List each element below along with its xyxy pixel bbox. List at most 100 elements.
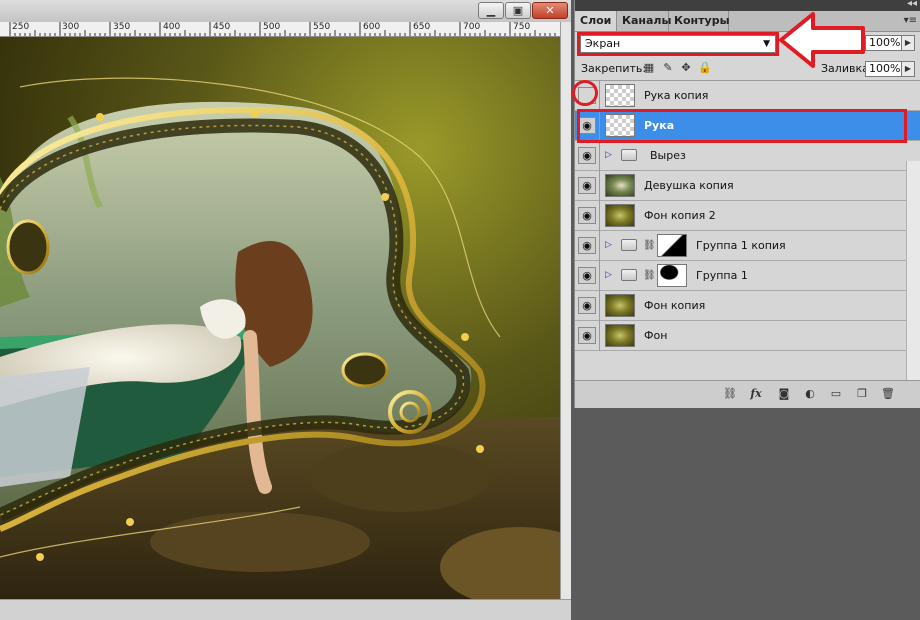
expand-triangle-icon[interactable]: ▷ [605,270,612,280]
tab-paths[interactable]: Контуры [669,11,730,31]
image-canvas[interactable] [0,37,560,599]
layer-name: Фон [644,329,668,342]
visibility-toggle[interactable]: ◉ [578,267,596,284]
layer-name: Фон копия [644,299,706,312]
document-titlebar: ▁ ▣ ✕ [0,0,571,23]
layers-panel: ◂◂ Слои Каналы Контуры ▾≡ Экран ▼ 100% ▶… [574,0,920,461]
tab-channels[interactable]: Каналы [617,11,671,31]
lock-transparency-icon[interactable]: ▦ [643,62,655,74]
ruler-label: 450 [213,22,231,32]
row-divider [599,81,600,111]
visibility-toggle[interactable]: ◉ [578,297,596,314]
layer-row[interactable]: ◉ Фон копия [575,291,920,321]
collapse-icon[interactable]: ◂◂ [907,0,917,9]
layer-name: Девушка копия [644,179,734,192]
lock-position-icon[interactable]: ✥ [680,62,692,74]
expand-triangle-icon[interactable]: ▷ [605,150,612,160]
row-divider [599,231,600,261]
expand-triangle-icon[interactable]: ▷ [605,240,612,250]
layer-name: Рука копия [644,89,709,102]
new-group-icon[interactable]: ▭ [829,387,843,401]
close-icon: ✕ [545,4,555,17]
pointer-arrow-icon [779,12,865,68]
layer-row[interactable]: ◉ ▷ ⛓ Группа 1 копия [575,231,920,261]
eye-icon: ◉ [582,299,592,312]
hidden-eye-highlight [572,80,598,106]
minimize-button[interactable]: ▁ [478,2,504,19]
ruler-label: 350 [113,22,131,32]
layer-row[interactable]: ◉ ▷ Вырез [575,141,920,171]
add-mask-icon[interactable]: ◙ [777,387,791,401]
link-icon[interactable]: ⛓ [643,240,656,251]
eye-icon: ◉ [582,149,592,162]
vertical-scrollbar[interactable] [560,22,571,599]
blend-mode-highlight [577,32,779,56]
layer-row[interactable]: ◉ Девушка копия [575,171,920,201]
eye-icon: ◉ [582,239,592,252]
folder-icon [621,269,637,281]
panel-menu-icon[interactable]: ▾≡ [904,15,917,26]
row-divider [599,291,600,321]
opacity-slider-button[interactable]: ▶ [901,35,915,51]
ruler-label: 250 [12,22,30,32]
lock-pixels-icon[interactable]: ✎ [662,62,674,74]
row-divider [599,201,600,231]
ruler-label: 600 [363,22,381,32]
link-icon[interactable]: ⛓ [643,270,656,281]
panel-bottom-toolbar: ⛓ fx ◙ ◐ ▭ ❐ 🗑 [575,380,920,409]
new-layer-icon[interactable]: ❐ [855,387,869,401]
row-divider [599,171,600,201]
mask-thumbnail [657,234,687,257]
layer-row[interactable]: ◉ Фон [575,321,920,351]
layer-name: Вырез [650,149,686,162]
maximize-button[interactable]: ▣ [505,2,531,19]
document-window: ▁ ▣ ✕ 250 300 350 400 450 500 550 600 65… [0,0,571,620]
layer-thumbnail [605,174,635,197]
layer-style-icon[interactable]: fx [749,387,763,401]
ruler-label: 550 [313,22,331,32]
ruler-label: 400 [163,22,181,32]
layer-row[interactable]: ◉ ▷ ⛓ Группа 1 [575,261,920,291]
eye-icon: ◉ [582,269,592,282]
visibility-toggle[interactable]: ◉ [578,327,596,344]
mask-thumbnail [657,264,687,287]
layer-name: Фон копия 2 [644,209,716,222]
visibility-toggle[interactable]: ◉ [578,147,596,164]
folder-icon [621,239,637,251]
row-divider [599,321,600,351]
layer-thumbnail [605,324,635,347]
close-button[interactable]: ✕ [532,2,568,19]
fill-slider-button[interactable]: ▶ [901,61,915,77]
lock-label: Закрепить: [581,62,647,75]
eye-icon: ◉ [582,179,592,192]
workspace-background [574,408,920,620]
layer-name: Группа 1 [696,269,748,282]
lock-all-icon[interactable]: 🔒 [698,62,712,74]
delete-layer-icon[interactable]: 🗑 [881,387,895,401]
ruler-label: 300 [62,22,80,32]
canvas-artwork [0,37,560,599]
horizontal-ruler: 250 300 350 400 450 500 550 600 650 700 … [0,22,560,37]
layer-thumbnail [605,84,635,107]
tab-layers[interactable]: Слои [575,11,617,31]
link-layers-icon[interactable]: ⛓ [723,387,737,401]
row-divider [599,261,600,291]
visibility-toggle[interactable]: ◉ [578,207,596,224]
folder-icon [621,149,637,161]
adjustment-layer-icon[interactable]: ◐ [803,387,817,401]
horizontal-scrollbar[interactable] [0,599,571,620]
row-divider [599,141,600,171]
eye-icon: ◉ [582,329,592,342]
visibility-toggle[interactable]: ◉ [578,237,596,254]
layer-row[interactable]: ◉ Фон копия 2 [575,201,920,231]
minimize-icon: ▁ [486,4,496,17]
ruler-label: 650 [413,22,431,32]
visibility-toggle[interactable]: ◉ [578,177,596,194]
layer-thumbnail [605,204,635,227]
layer-name: Группа 1 копия [696,239,786,252]
layer-row[interactable]: Рука копия [575,81,920,111]
ruler-label: 750 [513,22,531,32]
layer-thumbnail [605,294,635,317]
maximize-icon: ▣ [512,4,524,17]
selected-layer-highlight [577,109,907,143]
